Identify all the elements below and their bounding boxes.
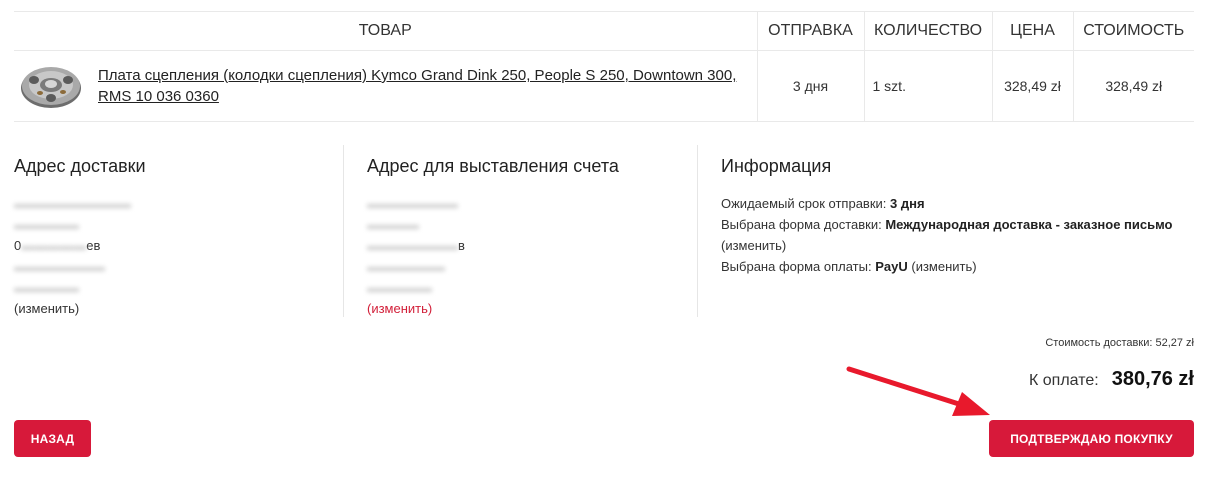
redacted-line: ▬▬▬▬▬ [367, 280, 432, 295]
address-line-suffix: в [458, 238, 465, 253]
expected-shipping-row: Ожидаемый срок отправки: 3 дня [721, 193, 1191, 214]
redacted-line: ▬▬▬▬ [367, 217, 419, 232]
header-price: ЦЕНА [991, 11, 1073, 51]
information-title: Информация [721, 156, 832, 176]
redacted-line: 0▬▬▬▬▬ев [14, 238, 101, 253]
information-lines: Ожидаемый срок отправки: 3 дня Выбрана ф… [721, 193, 1191, 277]
expected-shipping-value: 3 дня [890, 196, 925, 211]
table-row: Плата сцепления (колодки сцепления) Kymc… [14, 50, 1194, 122]
address-line-suffix: ев [86, 238, 101, 253]
delivery-method-label: Выбрана форма доставки: [721, 217, 882, 232]
change-delivery-address-link[interactable]: (изменить) [14, 298, 79, 319]
redacted-line: ▬▬▬▬▬▬▬ [14, 259, 105, 274]
price-cell: 328,49 zł [991, 50, 1073, 122]
change-payment-method-link[interactable]: (изменить) [911, 259, 976, 274]
change-billing-address-link[interactable]: (изменить) [367, 298, 432, 319]
delivery-method-value: Международная доставка - заказное письмо [885, 217, 1173, 232]
delivery-address-block: Адрес доставки ▬▬▬▬▬▬▬▬▬ ▬▬▬▬▬ 0▬▬▬▬▬ев … [14, 145, 344, 317]
confirm-purchase-button[interactable]: ПОДТВЕРЖДАЮ ПОКУПКУ [989, 420, 1194, 457]
order-details: Адрес доставки ▬▬▬▬▬▬▬▬▬ ▬▬▬▬▬ 0▬▬▬▬▬ев … [14, 145, 1194, 317]
header-total: СТОИМОСТЬ [1072, 11, 1194, 51]
header-product: ТОВАР [14, 11, 757, 51]
redacted-line: ▬▬▬▬▬ [14, 217, 79, 232]
payment-method-row: Выбрана форма оплаты: PayU (изменить) [721, 256, 1191, 277]
redacted-line: ▬▬▬▬▬▬▬ [367, 196, 458, 211]
shipping-cost: Стоимость доставки: 52,27 zł [1045, 337, 1194, 349]
cart-table: ТОВАР ОТПРАВКА КОЛИЧЕСТВО ЦЕНА СТОИМОСТЬ [14, 11, 1194, 122]
shipping-time-cell: 3 дня [756, 50, 864, 122]
amount-due-label: К оплате: [1029, 372, 1099, 389]
payment-method-label: Выбрана форма оплаты: [721, 259, 872, 274]
expected-shipping-label: Ожидаемый срок отправки: [721, 196, 887, 211]
delivery-address-lines: ▬▬▬▬▬▬▬▬▬ ▬▬▬▬▬ 0▬▬▬▬▬ев ▬▬▬▬▬▬▬ ▬▬▬▬▬ (… [14, 193, 343, 319]
payment-method-value: PayU [875, 259, 908, 274]
quantity-cell: 1 szt. [863, 50, 992, 122]
product-cell: Плата сцепления (колодки сцепления) Kymc… [14, 50, 757, 122]
billing-address-lines: ▬▬▬▬▬▬▬ ▬▬▬▬ ▬▬▬▬▬▬▬в ▬▬▬▬▬▬ ▬▬▬▬▬ (изме… [367, 193, 697, 319]
information-block: Информация Ожидаемый срок отправки: 3 дн… [698, 145, 1194, 317]
delivery-address-title: Адрес доставки [14, 156, 146, 176]
table-header-row: ТОВАР ОТПРАВКА КОЛИЧЕСТВО ЦЕНА СТОИМОСТЬ [14, 11, 1194, 51]
change-delivery-method-link[interactable]: (изменить) [721, 238, 786, 253]
redacted-line: ▬▬▬▬▬▬▬▬▬ [14, 196, 131, 211]
redacted-line: ▬▬▬▬▬▬▬в [367, 238, 465, 253]
redacted-line: ▬▬▬▬▬▬ [367, 259, 445, 274]
header-shipping: ОТПРАВКА [756, 11, 864, 51]
redacted-line: ▬▬▬▬▬ [14, 280, 79, 295]
back-button[interactable]: НАЗАД [14, 420, 91, 457]
total-cell: 328,49 zł [1072, 50, 1194, 122]
product-link[interactable]: Плата сцепления (колодки сцепления) Kymc… [98, 65, 738, 107]
amount-due: К оплате: 380,76 zł [1029, 368, 1194, 391]
billing-address-block: Адрес для выставления счета ▬▬▬▬▬▬▬ ▬▬▬▬… [344, 145, 698, 317]
clutch-plate-image[interactable] [18, 60, 84, 112]
header-quantity: КОЛИЧЕСТВО [863, 11, 992, 51]
amount-due-value: 380,76 zł [1111, 368, 1194, 390]
billing-address-title: Адрес для выставления счета [367, 156, 619, 176]
delivery-method-row: Выбрана форма доставки: Международная до… [721, 214, 1191, 256]
